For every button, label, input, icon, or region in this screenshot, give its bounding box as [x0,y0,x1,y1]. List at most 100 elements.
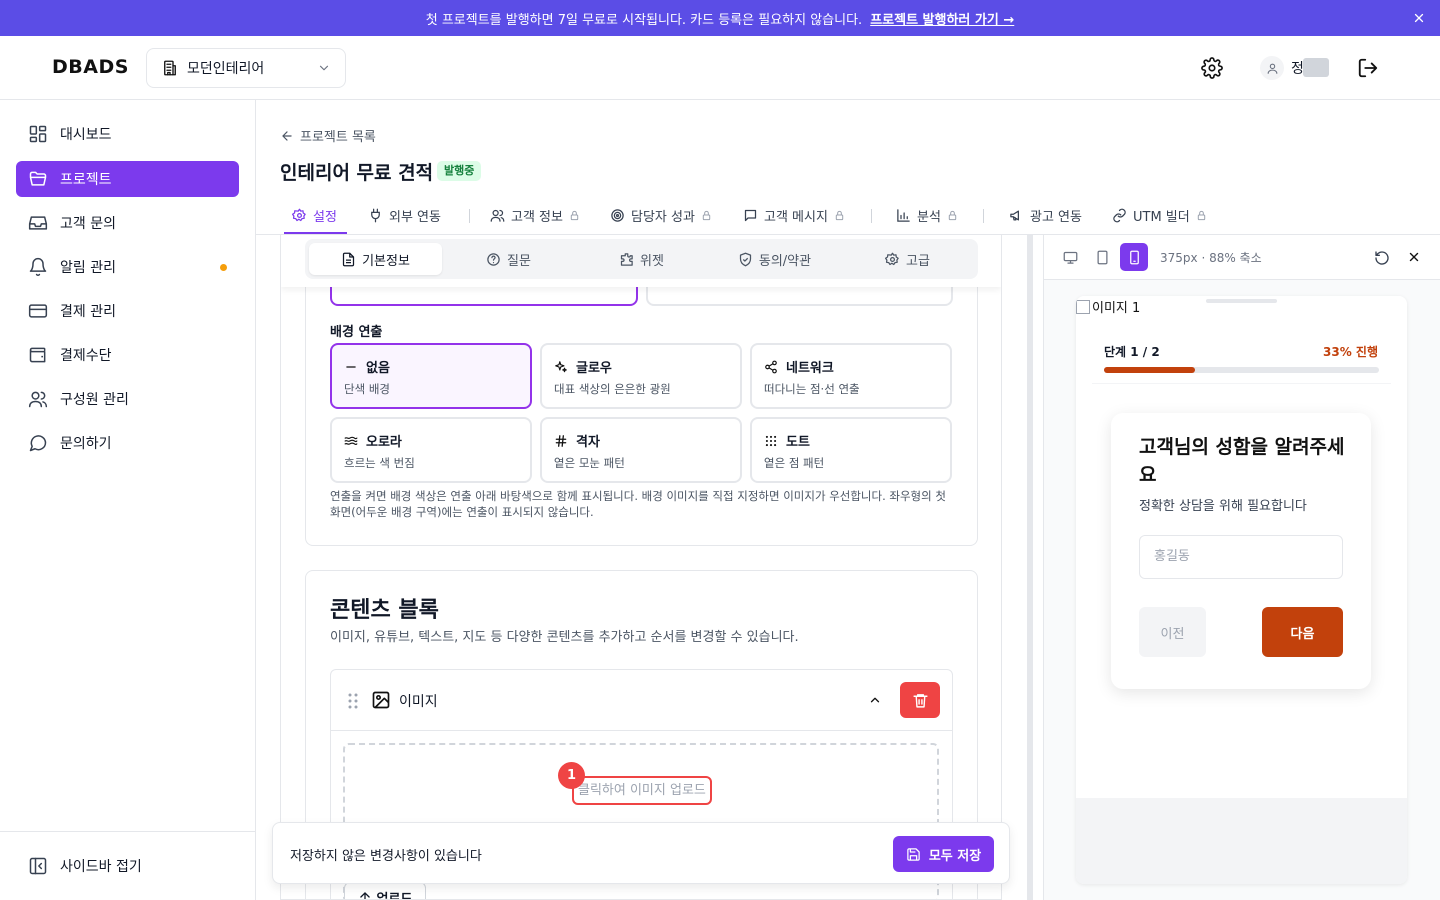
upload-image-link[interactable]: 클릭하여 이미지 업로드 [572,776,712,805]
tab-utm-builder[interactable]: UTM 빌더 [1112,196,1213,234]
tab-label: 담당자 성과 [631,209,695,225]
drag-handle-icon[interactable] [347,692,359,710]
bg-option-glow[interactable]: 글로우 대표 색상의 은은한 광원 [540,343,742,409]
sidebar-item-projects[interactable]: 프로젝트 [16,161,239,197]
device-mobile-button[interactable] [1120,243,1148,271]
tab-integrations[interactable]: 외부 연동 [368,196,441,234]
logo[interactable]: DBADS [52,56,129,78]
image-block-header: 이미지 [331,670,952,731]
bg-option-dots[interactable]: 도트 옅은 점 패턴 [750,417,952,483]
banner-text: 첫 프로젝트를 발행하면 7일 무료로 시작됩니다. 카드 등록은 필요하지 않… [425,12,863,28]
hash-icon [554,434,568,448]
sidebar-item-label: 구성원 관리 [60,392,129,408]
sidebar-item-inquiries[interactable]: 고객 문의 [16,205,239,241]
subtab-advanced[interactable]: 고급 [841,243,974,275]
avatar[interactable] [1260,56,1284,80]
organization-select[interactable]: 모던인테리어 [146,48,346,88]
option-title: 오로라 [366,435,402,450]
option-title: 네트워크 [786,361,834,376]
sidebar-item-label: 결제수단 [60,348,112,364]
notification-dot [220,264,227,271]
sidebar-divider [0,831,255,832]
option-title: 격자 [576,435,600,450]
mobile-preview-frame: 이미지 1 단계 1 / 2 33% 진행 고객님의 성함을 알려주세요 정확한… [1076,296,1407,884]
device-desktop-button[interactable] [1056,243,1084,271]
lock-icon [701,210,712,221]
step-indicator: 단계 1 / 2 [1104,345,1160,359]
progress-fill [1104,367,1195,373]
subtab-label: 동의/약관 [758,253,812,269]
user-name-redacted [1303,58,1329,77]
subtab-label: 질문 [507,253,531,269]
subtab-widget[interactable]: 위젯 [575,243,708,275]
device-tablet-button[interactable] [1088,243,1116,271]
sidebar-item-billing[interactable]: 결제 관리 [16,293,239,329]
close-icon[interactable] [1407,250,1421,264]
image-icon [371,690,391,710]
subtab-consent-terms[interactable]: 동의/약관 [708,243,841,275]
next-button[interactable]: 다음 [1262,607,1343,657]
lock-icon [1196,210,1207,221]
delete-block-button[interactable] [900,682,940,718]
sidebar: 대시보드 프로젝트 고객 문의 알림 관리 결제 관리 결제수단 구성원 관리 … [0,100,256,900]
tab-customer-info[interactable]: 고객 정보 [490,196,586,234]
page-title: 인테리어 무료 견적 [280,162,434,184]
tab-staff-performance[interactable]: 담당자 성과 [610,196,718,234]
minus-icon [344,360,358,374]
unsaved-message: 저장하지 않은 변경사항이 있습니다 [290,849,482,864]
wallet-icon [28,345,48,365]
tab-label: 고객 메시지 [764,209,828,225]
close-icon[interactable] [1412,11,1426,25]
tab-ad-integration[interactable]: 광고 연동 [1009,196,1082,234]
chevron-up-icon[interactable] [868,693,882,707]
broken-image: 이미지 1 [1076,297,1140,316]
bg-option-none[interactable]: 없음 단색 배경 [330,343,532,409]
sidebar-item-members[interactable]: 구성원 관리 [16,381,239,417]
name-input[interactable]: 홍길동 [1139,535,1343,579]
user-icon [1266,62,1279,75]
settings-gear-icon[interactable] [1201,57,1223,79]
option-desc: 단색 배경 [344,382,390,396]
sidebar-item-label: 프로젝트 [60,172,112,188]
subtab-questions[interactable]: 질문 [442,243,575,275]
tab-label: 분석 [917,209,941,225]
save-all-button[interactable]: 모두 저장 [893,836,994,872]
banner-publish-link[interactable]: 프로젝트 발행하러 가기 → [870,9,1014,28]
settings-editor-panel: 기본정보 질문 위젯 동의/약관 고급 배경 연출 없음 단색 배경 글로우 대… [280,235,1002,900]
content-blocks-title: 콘텐츠 블록 [330,598,439,623]
network-icon [764,360,778,374]
refresh-icon[interactable] [1374,250,1390,266]
collapse-sidebar-button[interactable]: 사이드바 접기 [28,856,142,876]
subtab-label: 고급 [906,253,930,269]
sidebar-item-notifications[interactable]: 알림 관리 [16,249,239,285]
status-badge: 발행중 [437,161,482,181]
previous-button[interactable]: 이전 [1139,607,1206,657]
sub-tabs-bar: 기본정보 질문 위젯 동의/약관 고급 [281,235,1001,287]
logout-icon[interactable] [1357,57,1379,79]
tab-customer-messages[interactable]: 고객 메시지 [743,196,851,234]
target-icon [610,208,625,223]
panel-resize-handle[interactable] [1027,235,1033,900]
back-to-projects-link[interactable]: 프로젝트 목록 [280,126,376,145]
bg-option-aurora[interactable]: 오로라 흐르는 색 번짐 [330,417,532,483]
option-title: 글로우 [576,361,612,376]
sidebar-item-dashboard[interactable]: 대시보드 [16,116,239,152]
upload-icon [358,890,372,899]
subtab-label: 위젯 [640,253,664,269]
subtab-basic-info[interactable]: 기본정보 [309,243,442,275]
option-title: 없음 [366,361,390,376]
tab-separator [983,209,984,223]
gear-icon [292,208,307,223]
bg-option-network[interactable]: 네트워크 떠다니는 점·선 연출 [750,343,952,409]
tab-analytics[interactable]: 분석 [896,196,964,234]
option-desc: 옅은 모눈 패턴 [554,456,625,470]
bg-option-grid[interactable]: 격자 옅은 모눈 패턴 [540,417,742,483]
option-desc: 옅은 점 패턴 [764,456,825,470]
sidebar-item-contact[interactable]: 문의하기 [16,425,239,461]
annotation-marker: 1 [558,762,585,789]
sidebar-item-payment-methods[interactable]: 결제수단 [16,337,239,373]
block-name: 이미지 [399,694,438,710]
upload-button[interactable]: 업로드 [344,882,426,899]
tab-settings[interactable]: 설정 [284,196,347,234]
preview-size-info: 375px · 88% 축소 [1160,251,1262,265]
